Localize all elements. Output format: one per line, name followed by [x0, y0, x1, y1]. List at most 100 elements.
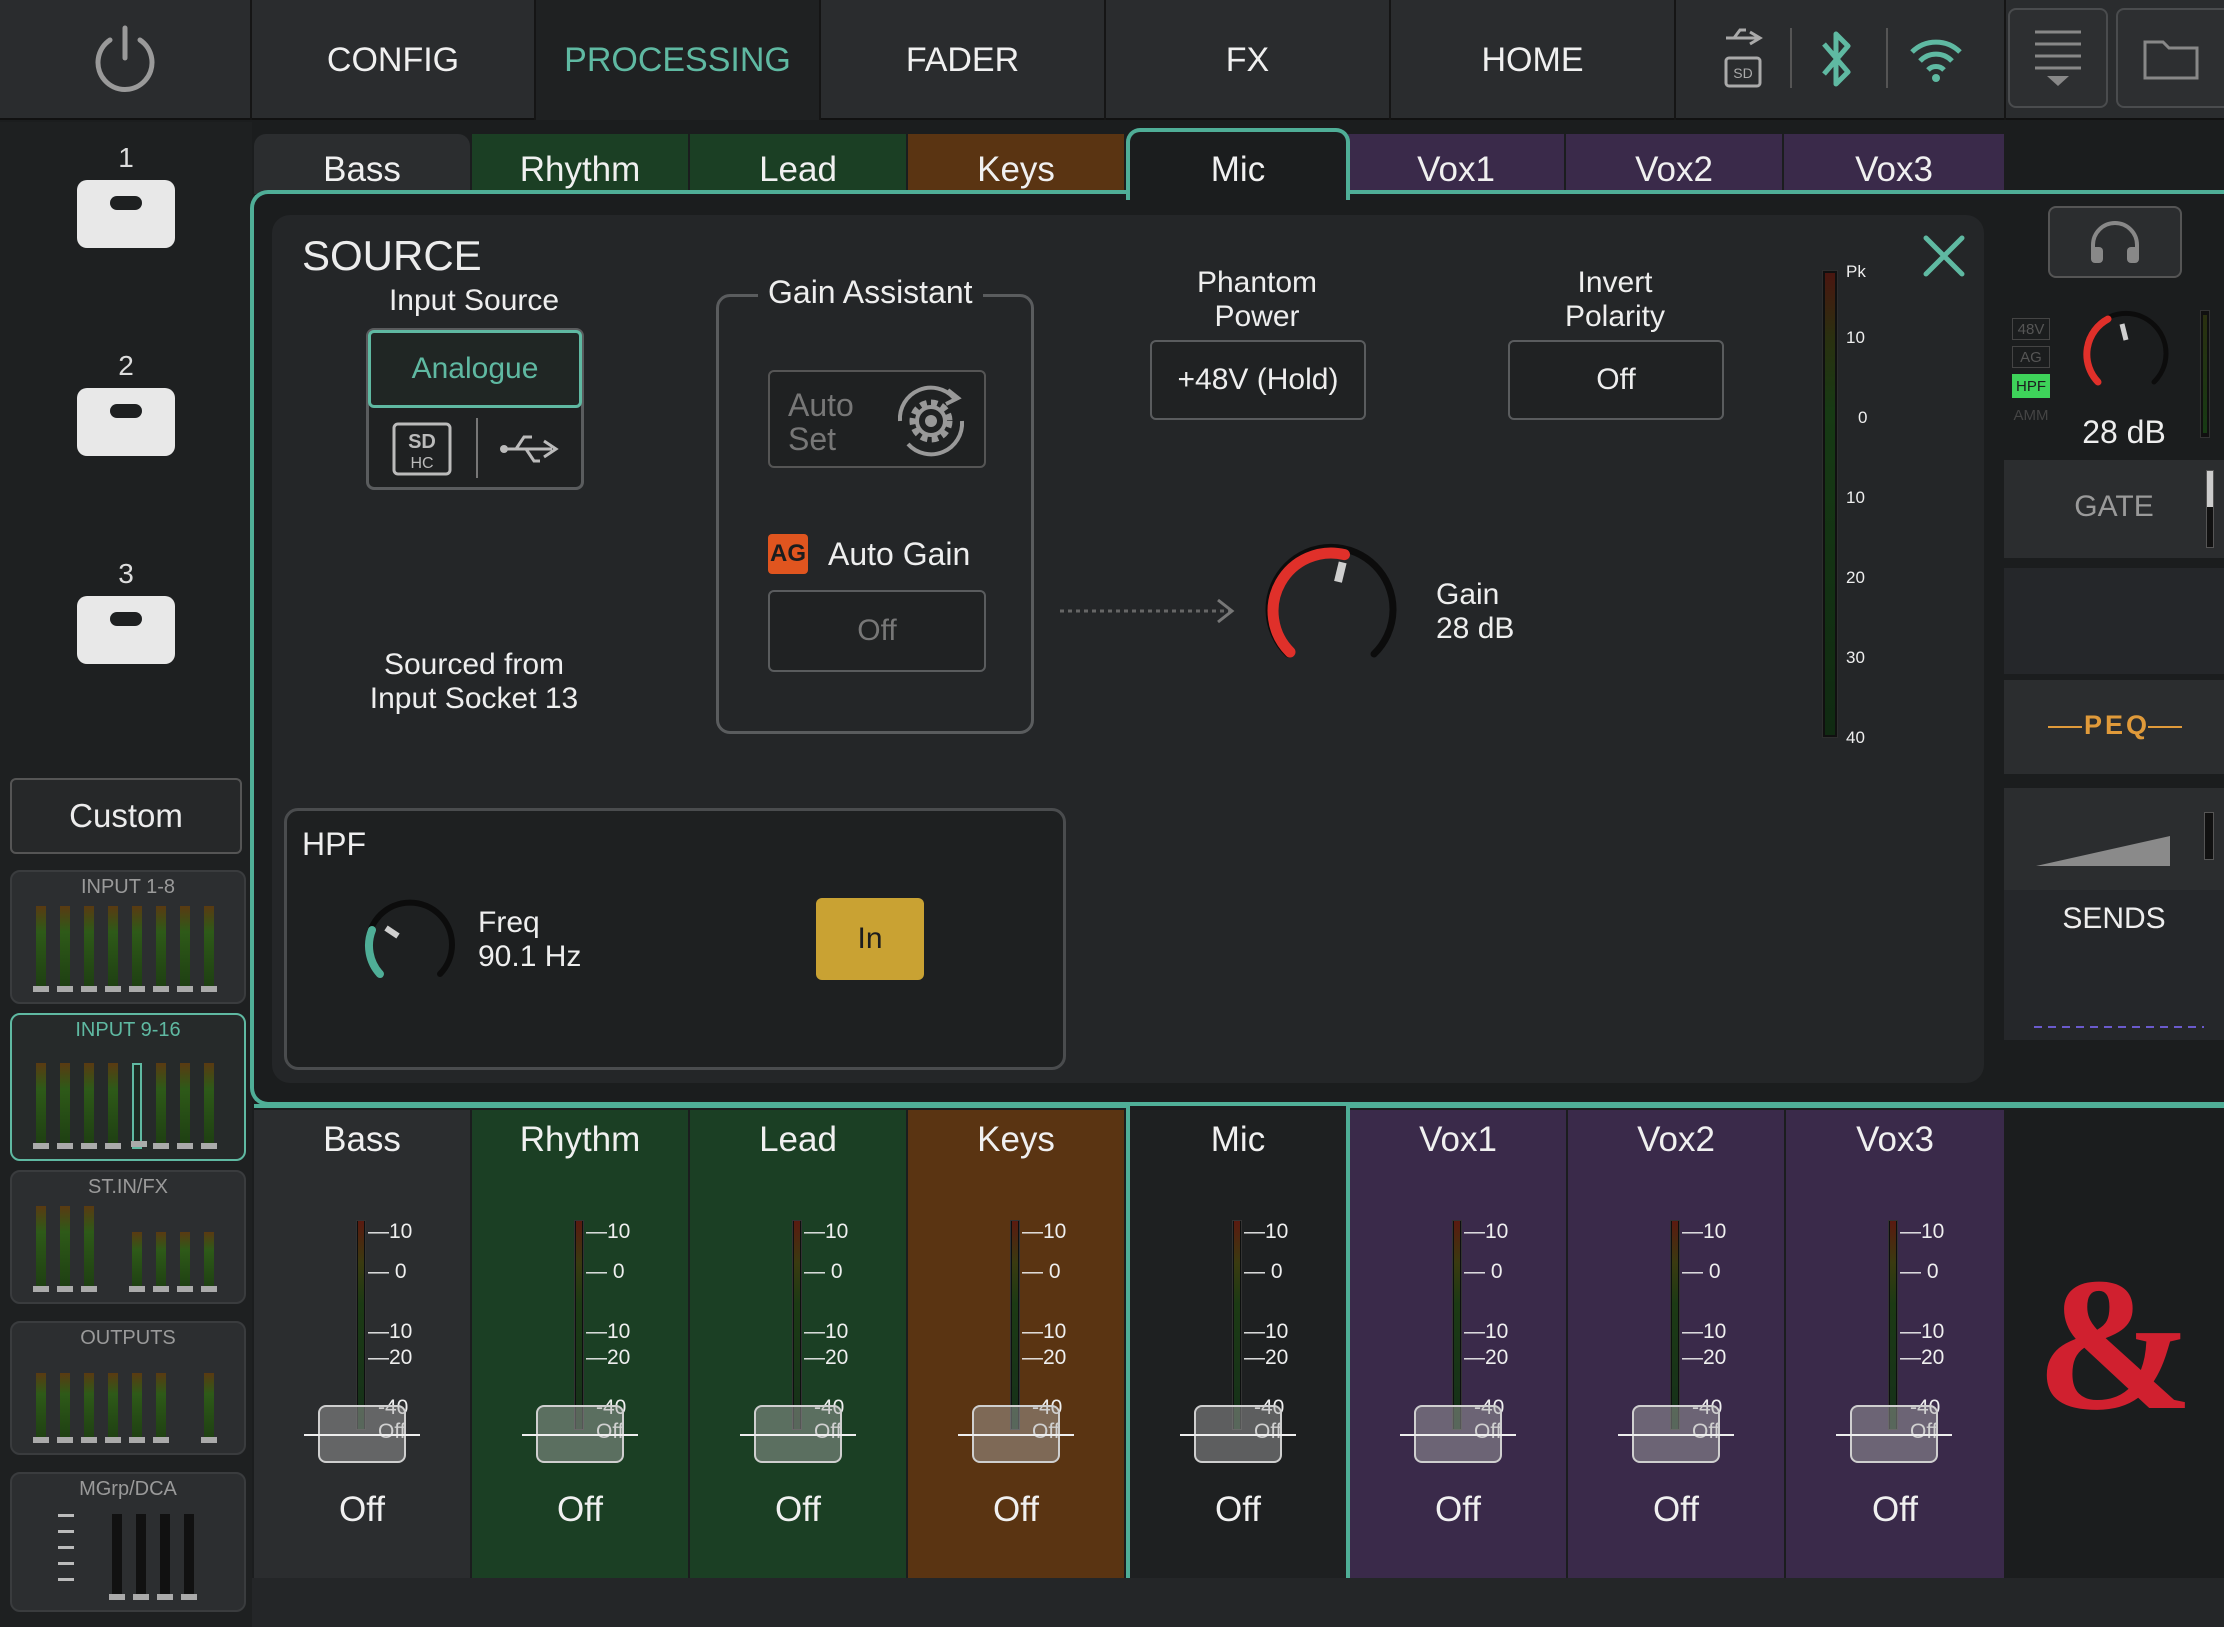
scale-tick: — 0 [1022, 1260, 1061, 1283]
strip-name[interactable]: Bass [254, 1120, 470, 1160]
tab-processing[interactable]: PROCESSING [536, 0, 821, 120]
invert-polarity-button[interactable]: Off [1508, 340, 1724, 420]
channel-tab-bass[interactable]: Bass [254, 132, 470, 192]
usb-source-button[interactable] [480, 412, 580, 486]
scale-tick: — 0 [804, 1260, 843, 1283]
fader-cap[interactable] [1836, 1405, 1952, 1463]
fader-cap[interactable] [522, 1405, 638, 1463]
scale-tick: —20 [1900, 1346, 1945, 1369]
bottom-bar [252, 1578, 2224, 1627]
analogue-source-button[interactable]: Analogue [368, 330, 582, 408]
meter-tick: 0 [1858, 408, 1868, 427]
strip-state[interactable]: Off [254, 1490, 470, 1530]
channel-strip-mic: Mic —10— 0 —10 —20 -40 Off Off [1130, 1110, 1346, 1580]
mini-fader [81, 1206, 97, 1292]
scene-number: 2 [118, 350, 134, 381]
strip-state[interactable]: Off [690, 1490, 906, 1530]
channel-tab-lead[interactable]: Lead [690, 132, 906, 192]
channel-strip-vox1: Vox1 —10— 0 —10 —20 -40 Off Off [1350, 1110, 1566, 1580]
channel-tab-mic[interactable]: Mic [1130, 132, 1346, 192]
strip-name[interactable]: Mic [1130, 1120, 1346, 1160]
menu-dropdown-button[interactable] [2008, 8, 2108, 108]
fader-cap[interactable] [958, 1405, 1074, 1463]
strip-name[interactable]: Lead [690, 1120, 906, 1160]
channel-tab-keys[interactable]: Keys [908, 132, 1124, 192]
signal-arrow-icon [1060, 598, 1235, 624]
strip-state[interactable]: Off [1786, 1490, 2004, 1530]
auto-gain-button[interactable]: Off [768, 590, 986, 672]
strip-name[interactable]: Keys [908, 1120, 1124, 1160]
scale-tick: —10 [804, 1220, 849, 1243]
hpf-freq-knob[interactable] [358, 892, 462, 996]
channel-strip-lead: Lead —10— 0 —10 —20 -40 Off Off [690, 1110, 906, 1580]
channel-tab-vox1[interactable]: Vox1 [1348, 132, 1564, 192]
channel-tab-vox2[interactable]: Vox2 [1566, 132, 1782, 192]
tab-fx[interactable]: FX [1106, 0, 1391, 120]
channel-tab-rhythm[interactable]: Rhythm [472, 132, 688, 192]
strip-state[interactable]: Off [1130, 1490, 1346, 1530]
bank-st-in-fx[interactable]: ST.IN/FX [10, 1170, 246, 1304]
scale-tick: —10 [1682, 1220, 1727, 1243]
gate-button[interactable]: GATE [2004, 460, 2224, 558]
strip-name[interactable]: Vox2 [1568, 1120, 1784, 1160]
mini-fader [177, 1063, 193, 1149]
bank-label: OUTPUTS [80, 1327, 176, 1349]
scene-button-2[interactable] [77, 388, 175, 456]
auto-set-button[interactable]: Auto Set [768, 370, 986, 468]
scale-tick: —10 [368, 1320, 413, 1343]
tab-config[interactable]: CONFIG [252, 0, 536, 120]
close-icon[interactable] [1920, 232, 1968, 280]
strip-name[interactable]: Vox3 [1786, 1120, 2004, 1160]
headphones-icon [2091, 221, 2139, 263]
scene-button-3[interactable] [77, 596, 175, 664]
peq-line [2048, 726, 2082, 728]
compressor-button[interactable] [2004, 788, 2224, 890]
custom-layer-button[interactable]: Custom [10, 778, 242, 854]
mini-fader [109, 1514, 125, 1600]
mini-fader [201, 1232, 217, 1292]
hpf-in-button[interactable]: In [816, 898, 924, 980]
phantom-power-button[interactable]: +48V (Hold) [1150, 340, 1366, 420]
fader-cap[interactable] [1618, 1405, 1734, 1463]
mini-fader [201, 906, 217, 992]
scale-tick: —20 [804, 1346, 849, 1369]
tab-home[interactable]: HOME [1391, 0, 1676, 120]
strip-name[interactable]: Rhythm [472, 1120, 688, 1160]
mini-gain-knob[interactable] [2078, 306, 2174, 402]
strip-state[interactable]: Off [908, 1490, 1124, 1530]
strip-name[interactable]: Vox1 [1350, 1120, 1566, 1160]
channel-tab-vox3[interactable]: Vox3 [1784, 132, 2004, 192]
tab-fader[interactable]: FADER [821, 0, 1106, 120]
strip-state[interactable]: Off [1568, 1490, 1784, 1530]
strip-state[interactable]: Off [472, 1490, 688, 1530]
mini-fader [81, 906, 97, 992]
fader-track [1888, 1220, 1898, 1430]
bank-mgrp-dca[interactable]: MGrp/DCA [10, 1472, 246, 1612]
sends-button[interactable]: SENDS [2004, 890, 2224, 1040]
fader-cap[interactable] [304, 1405, 420, 1463]
allen-heath-logo: & [2040, 1260, 2190, 1420]
peq-button[interactable]: PEQ [2004, 680, 2224, 774]
bank-input-9-16[interactable]: INPUT 9-16 [10, 1013, 246, 1161]
headphone-button[interactable] [2048, 206, 2182, 278]
sends-indicator [2034, 1026, 2204, 1028]
gain-knob[interactable] [1256, 536, 1406, 686]
channel-strip-vox3: Vox3 —10— 0 —10 —20 -40 Off Off [1786, 1110, 2004, 1580]
sd-source-button[interactable]: SD HC [370, 412, 474, 486]
scale-tick: —20 [1244, 1346, 1289, 1369]
bank-outputs[interactable]: OUTPUTS [10, 1321, 246, 1455]
strip-state[interactable]: Off [1350, 1490, 1566, 1530]
scene-button-1[interactable] [77, 180, 175, 248]
fader-cap[interactable] [1400, 1405, 1516, 1463]
fader-cap[interactable] [740, 1405, 856, 1463]
bank-label: ST.IN/FX [87, 1176, 168, 1198]
fader-cap[interactable] [1180, 1405, 1296, 1463]
mini-fader [129, 1373, 145, 1443]
scale-tick: —20 [1022, 1346, 1067, 1369]
bank-input-1-8[interactable]: INPUT 1-8 [10, 870, 246, 1004]
power-button[interactable] [0, 0, 252, 120]
mini-fader [33, 1063, 49, 1149]
scene-number: 3 [118, 558, 134, 589]
svg-text:SD: SD [1733, 65, 1752, 81]
folder-button[interactable] [2116, 8, 2224, 108]
